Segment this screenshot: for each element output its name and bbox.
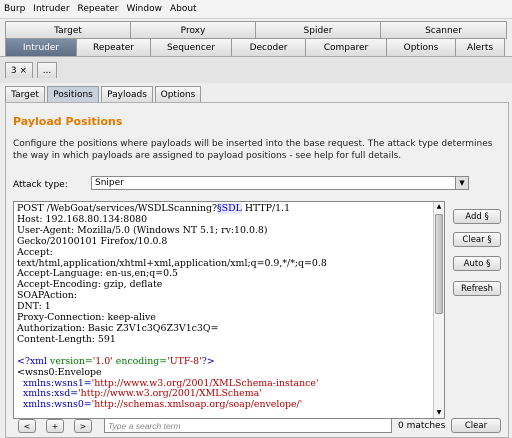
header-line: Gecko/20100101 Firefox/10.0.8 xyxy=(17,235,168,247)
search-add-button[interactable]: + xyxy=(46,419,64,433)
xml-decl-attr: version= xyxy=(50,355,93,367)
menu-window[interactable]: Window xyxy=(122,4,166,14)
menu-about[interactable]: About xyxy=(166,4,201,14)
tab-intruder[interactable]: Intruder xyxy=(5,38,77,56)
search-prev-button[interactable]: < xyxy=(18,419,36,433)
tools-tab-row-2: Intruder Repeater Sequencer Decoder Comp… xyxy=(5,38,505,56)
request-line-suffix: HTTP/1.1 xyxy=(241,203,291,214)
header-line: User-Agent: Mozilla/5.0 (Windows NT 5.1;… xyxy=(17,224,268,236)
xml-ns-attr: xmlns:xsd= xyxy=(17,388,79,400)
attack-type-select[interactable]: Sniper ▼ xyxy=(91,176,469,190)
xml-ns-attr: xmlns:wsns0= xyxy=(17,399,92,411)
tab-target[interactable]: Target xyxy=(5,21,131,39)
xml-ns-value: 'http://schemas.xmlsoap.org/soap/envelop… xyxy=(91,399,303,411)
refresh-button[interactable]: Refresh xyxy=(453,281,501,296)
header-line: Proxy-Connection: keep-alive xyxy=(17,312,156,324)
attack-type-value: Sniper xyxy=(95,178,124,188)
subtab-positions[interactable]: Positions xyxy=(47,86,99,102)
xml-decl-value: '1.0' xyxy=(92,355,113,367)
subtab-payloads[interactable]: Payloads xyxy=(101,86,153,102)
scrollbar-thumb[interactable] xyxy=(435,214,443,314)
tab-alerts[interactable]: Alerts xyxy=(455,38,505,56)
header-line: SOAPAction: xyxy=(17,290,77,302)
positions-panel: Payload Positions Configure the position… xyxy=(5,102,509,438)
auto-markers-button[interactable]: Auto § xyxy=(453,256,501,271)
xml-ns-attr: xmlns:wsns1= xyxy=(17,377,92,389)
clear-search-button[interactable]: Clear xyxy=(451,418,501,433)
header-line: Accept-Language: en-us,en;q=0.5 xyxy=(17,268,179,280)
match-count: 0 matches xyxy=(398,421,446,431)
subtab-target[interactable]: Target xyxy=(5,86,45,102)
request-text[interactable]: POST /WebGoat/services/WSDLScanning?§SDL… xyxy=(14,202,444,413)
xml-decl-attr: encoding= xyxy=(112,355,168,367)
xml-envelope-tag: <wsns0:Envelope xyxy=(17,366,102,378)
header-line: text/html,application/xhtml+xml,applicat… xyxy=(17,257,327,269)
tab-spider[interactable]: Spider xyxy=(255,21,381,39)
xml-decl-end: ?> xyxy=(201,355,215,367)
payload-marker: §SDL xyxy=(216,203,242,214)
tab-decoder[interactable]: Decoder xyxy=(231,38,306,56)
attack-type-label: Attack type: xyxy=(13,180,68,190)
editor-scrollbar[interactable]: ▲ ▼ xyxy=(433,202,444,418)
menu-intruder[interactable]: Intruder xyxy=(29,4,73,14)
subtab-options[interactable]: Options xyxy=(155,86,201,102)
menu-burp[interactable]: Burp xyxy=(0,4,29,14)
tab-scanner[interactable]: Scanner xyxy=(380,21,507,39)
instance-tab-3[interactable]: 3 × xyxy=(5,62,33,78)
xml-decl-value: 'UTF-8' xyxy=(167,355,202,367)
header-line: Authorization: Basic Z3V1c3Q6Z3V1c3Q= xyxy=(17,322,219,334)
scroll-down-icon[interactable]: ▼ xyxy=(434,408,444,418)
tab-comparer[interactable]: Comparer xyxy=(305,38,387,56)
intruder-sub-tabs: Target Positions Payloads Options xyxy=(5,86,203,102)
tools-tab-row-1: Target Proxy Spider Scanner xyxy=(5,21,507,39)
header-line: Accept: xyxy=(17,246,53,258)
panel-title: Payload Positions xyxy=(13,115,123,128)
search-input[interactable] xyxy=(104,418,392,433)
xml-ns-value: 'http://www.w3.org/2001/XMLSchema-instan… xyxy=(91,377,319,389)
menu-repeater[interactable]: Repeater xyxy=(74,4,123,14)
request-line-prefix: POST /WebGoat/services/WSDLScanning? xyxy=(17,203,217,214)
panel-description: Configure the positions where payloads w… xyxy=(13,139,493,161)
instance-tab-strip xyxy=(0,56,512,83)
request-editor[interactable]: POST /WebGoat/services/WSDLScanning?§SDL… xyxy=(13,201,445,419)
header-line: Host: 192.168.80.134:8080 xyxy=(17,213,148,225)
scroll-up-icon[interactable]: ▲ xyxy=(434,202,444,212)
header-line: Accept-Encoding: gzip, deflate xyxy=(17,279,163,291)
tab-proxy[interactable]: Proxy xyxy=(130,21,256,39)
add-marker-button[interactable]: Add § xyxy=(453,209,501,224)
xml-decl-tag: <?xml xyxy=(17,355,51,367)
xml-ns-value: 'http://www.w3.org/2001/XMLSchema' xyxy=(78,388,262,400)
instance-tabs: 3 × ... xyxy=(5,62,57,78)
clear-markers-button[interactable]: Clear § xyxy=(453,232,501,247)
menu-bar: Burp Intruder Repeater Window About xyxy=(0,0,512,19)
search-next-button[interactable]: > xyxy=(74,419,92,433)
tab-repeater[interactable]: Repeater xyxy=(76,38,151,56)
tab-sequencer[interactable]: Sequencer xyxy=(150,38,232,56)
chevron-down-icon[interactable]: ▼ xyxy=(455,177,468,189)
tab-options[interactable]: Options xyxy=(386,38,456,56)
header-line: Content-Length: 591 xyxy=(17,333,116,345)
new-instance-tab[interactable]: ... xyxy=(37,62,57,78)
header-line: DNT: 1 xyxy=(17,301,51,313)
